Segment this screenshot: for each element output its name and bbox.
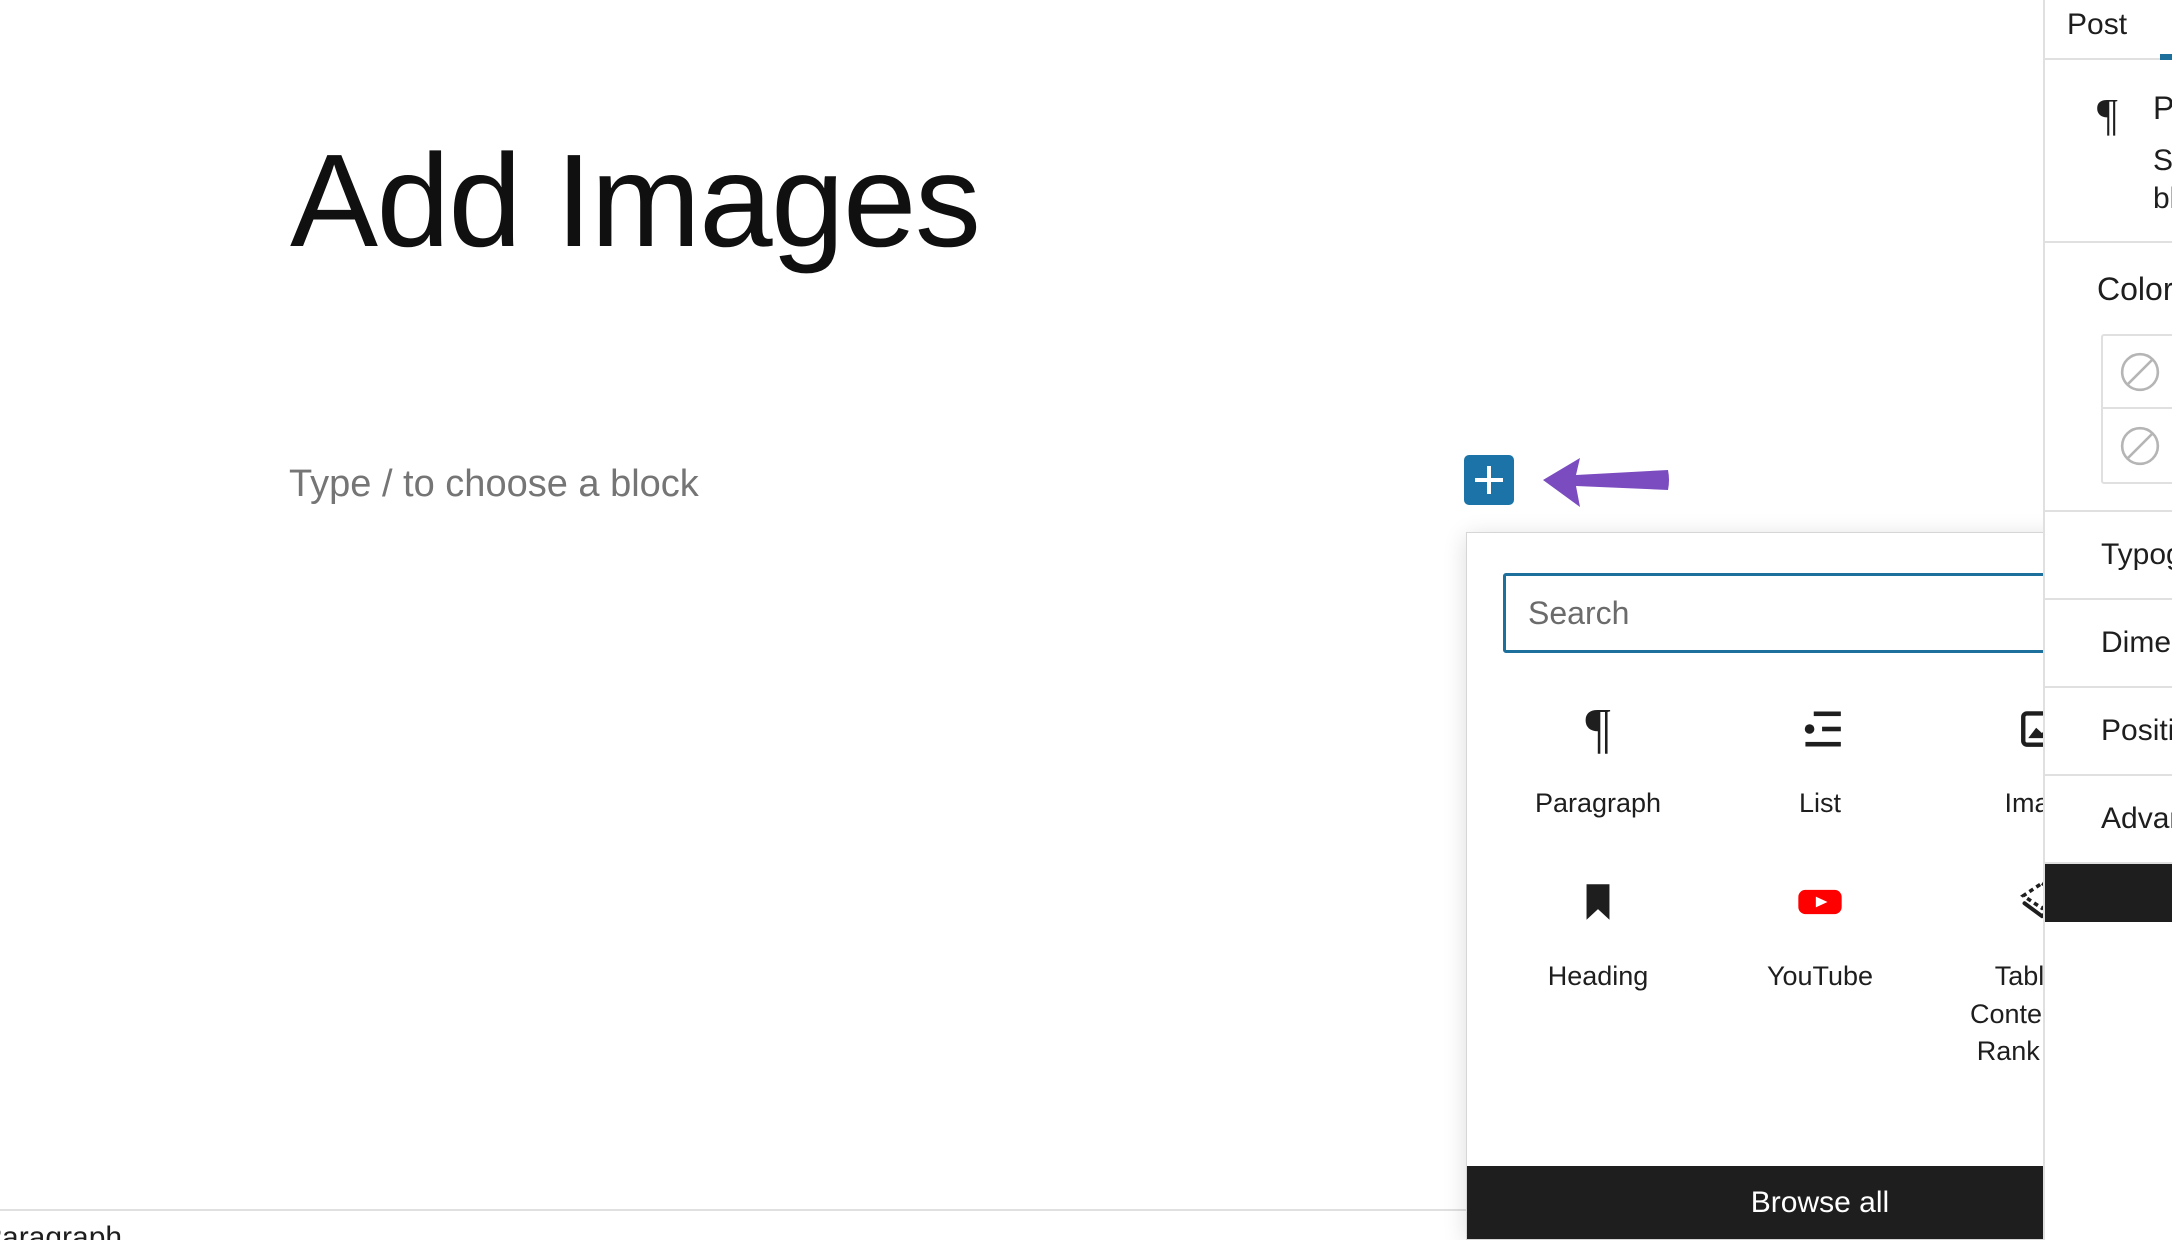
- wordpress-block-editor: Add Images Type / to choose a block Para…: [0, 0, 2172, 1240]
- block-item-label: YouTube: [1766, 961, 1874, 992]
- breadcrumb[interactable]: Paragraph: [0, 1221, 122, 1240]
- selected-block-card: ¶ Paragraph Start with the building bloc…: [2045, 60, 2172, 243]
- selected-block-description: Start with the building block of all nar…: [2153, 144, 2172, 216]
- sidebar-panel-typography[interactable]: Typography: [2045, 512, 2172, 600]
- color-options-list: Text Background: [2101, 334, 2172, 484]
- paragraph-icon: ¶: [1585, 699, 1610, 759]
- block-item-youtube[interactable]: YouTube: [1709, 854, 1931, 1070]
- block-item-label: Heading: [1547, 961, 1649, 992]
- search-input[interactable]: [1528, 576, 2068, 650]
- sidebar-panel-position[interactable]: Position: [2045, 688, 2172, 776]
- block-item-paragraph[interactable]: ¶ Paragraph: [1487, 681, 1709, 822]
- color-panel: Color Text: [2045, 243, 2172, 512]
- search-field-wrapper: [1503, 573, 2137, 653]
- heading-bookmark-icon: [1573, 872, 1623, 932]
- none-color-icon: [2119, 425, 2161, 467]
- block-item-heading[interactable]: Heading: [1487, 854, 1709, 1070]
- list-icon: [1795, 699, 1845, 759]
- tab-post[interactable]: Post: [2067, 8, 2127, 42]
- color-panel-title: Color: [2097, 271, 2172, 307]
- block-item-label: List: [1798, 788, 1842, 818]
- plus-icon-vertical: [1487, 466, 1491, 494]
- youtube-icon: [1795, 872, 1845, 932]
- settings-sidebar: Post ¶ Paragraph Start with the building…: [2043, 0, 2172, 1240]
- paragraph-icon: ¶: [2097, 89, 2118, 140]
- sidebar-overlap-strip: [2045, 864, 2172, 922]
- sidebar-panel-dimensions[interactable]: Dimensions: [2045, 600, 2172, 688]
- color-row-text[interactable]: Text: [2103, 336, 2172, 409]
- inserter-search-row: [1503, 573, 2137, 653]
- sidebar-panel-advanced[interactable]: Advanced: [2045, 776, 2172, 864]
- block-placeholder-text[interactable]: Type / to choose a block: [289, 460, 699, 509]
- sidebar-tab-bar: Post: [2045, 0, 2172, 60]
- add-block-button[interactable]: [1464, 455, 1514, 505]
- selected-block-title: Paragraph: [2153, 90, 2172, 127]
- page-title[interactable]: Add Images: [290, 129, 981, 273]
- block-item-label: Paragraph: [1534, 788, 1662, 818]
- color-row-background[interactable]: Background: [2103, 409, 2172, 482]
- none-color-icon: [2119, 351, 2161, 393]
- paragraph-glyph: ¶: [1585, 698, 1611, 760]
- block-item-list[interactable]: List: [1709, 681, 1931, 822]
